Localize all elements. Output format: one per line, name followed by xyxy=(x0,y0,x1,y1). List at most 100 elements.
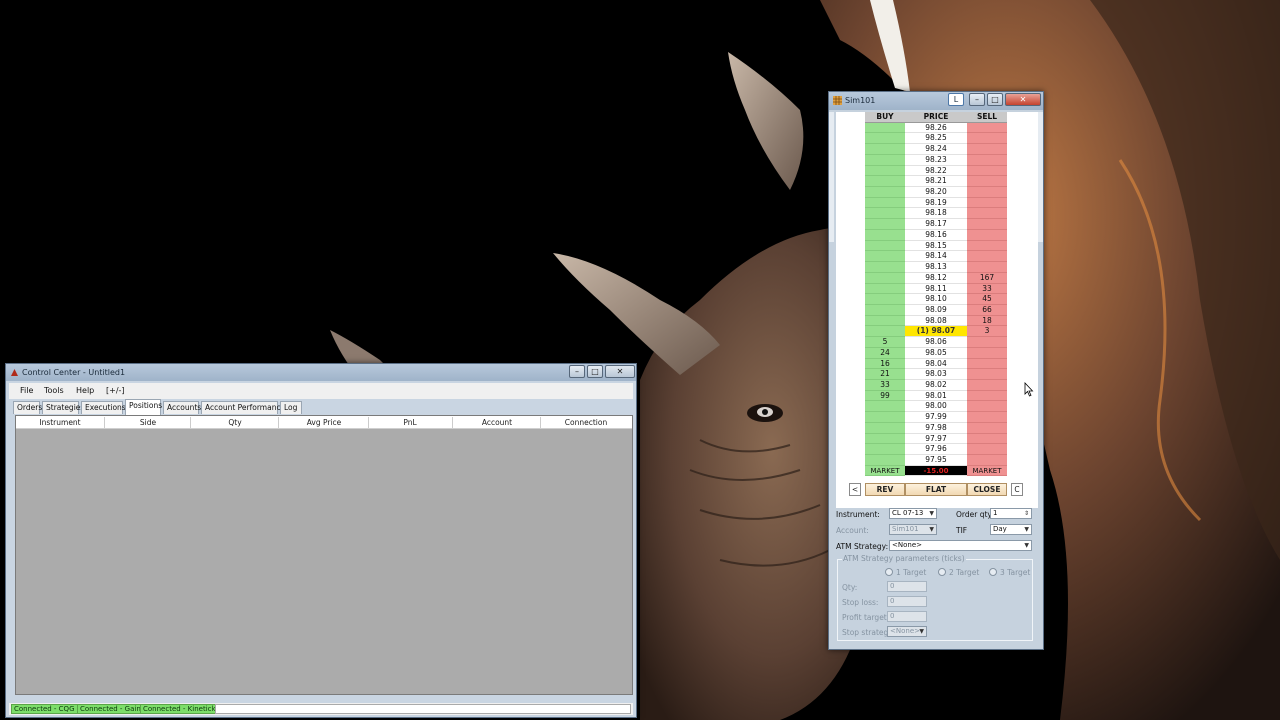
buy-cell[interactable] xyxy=(865,122,905,134)
sell-cell[interactable] xyxy=(967,412,1007,423)
superdom-titlebar[interactable]: Sim101 L – □ ✕ xyxy=(829,92,1043,110)
instrument-select[interactable]: CL 07-13 ▼ xyxy=(889,508,937,519)
buy-cell[interactable] xyxy=(865,176,905,188)
buy-cell[interactable] xyxy=(865,197,905,209)
buy-cell[interactable] xyxy=(865,444,905,455)
minimize-button[interactable]: – xyxy=(969,93,985,106)
order-qty-stepper[interactable]: 1 ⇕ xyxy=(990,508,1032,519)
maximize-button[interactable]: □ xyxy=(587,365,603,378)
menu-toggle[interactable]: [+/-] xyxy=(106,386,125,395)
flatten-button[interactable]: FLAT xyxy=(905,483,967,496)
buy-cell[interactable]: 16 xyxy=(865,358,905,370)
close-button[interactable]: ✕ xyxy=(605,365,635,378)
control-center-titlebar[interactable]: Control Center - Untitled1 – □ ✕ xyxy=(6,364,636,381)
sell-cell[interactable] xyxy=(967,390,1007,402)
sell-cell[interactable] xyxy=(967,444,1007,455)
sell-cell[interactable]: 167 xyxy=(967,272,1007,284)
tab-account-performance[interactable]: Account Performance xyxy=(201,401,285,414)
menu-file[interactable]: File xyxy=(20,386,33,395)
sell-cell[interactable] xyxy=(967,379,1007,391)
buy-cell[interactable] xyxy=(865,219,905,230)
buy-cell[interactable] xyxy=(865,455,905,466)
target-3-radio[interactable] xyxy=(989,568,997,576)
buy-cell[interactable] xyxy=(865,133,905,145)
profit-target-stepper[interactable]: 0 xyxy=(887,611,927,622)
tab-accounts[interactable]: Accounts xyxy=(163,401,201,414)
sell-cell[interactable] xyxy=(967,133,1007,145)
tif-select[interactable]: Day ▼ xyxy=(990,524,1032,535)
sell-cell[interactable] xyxy=(967,229,1007,241)
center-button[interactable]: C xyxy=(1011,483,1023,496)
target-1-radio[interactable] xyxy=(885,568,893,576)
sell-cell[interactable] xyxy=(967,187,1007,198)
minimize-button[interactable]: – xyxy=(569,365,585,378)
tab-strategies[interactable]: Strategies xyxy=(42,401,84,414)
sell-cell[interactable] xyxy=(967,433,1007,445)
buy-cell[interactable] xyxy=(865,262,905,273)
tab-log[interactable]: Log xyxy=(280,401,302,414)
sell-cell[interactable]: 3 xyxy=(967,326,1007,338)
sell-cell[interactable]: 45 xyxy=(967,294,1007,305)
sell-cell[interactable] xyxy=(967,122,1007,134)
sell-cell[interactable] xyxy=(967,176,1007,188)
tab-orders[interactable]: Orders xyxy=(13,401,42,414)
buy-cell[interactable]: 99 xyxy=(865,390,905,402)
sell-cell[interactable] xyxy=(967,337,1007,348)
sell-cell[interactable] xyxy=(967,455,1007,466)
column-account[interactable]: Account xyxy=(454,418,540,427)
menu-tools[interactable]: Tools xyxy=(44,386,64,395)
column-avg-price[interactable]: Avg Price xyxy=(280,418,368,427)
stop-loss-stepper[interactable]: 0 xyxy=(887,596,927,607)
buy-cell[interactable] xyxy=(865,315,905,327)
right-scrollbar[interactable] xyxy=(1038,112,1043,242)
buy-cell[interactable] xyxy=(865,229,905,241)
buy-cell[interactable] xyxy=(865,326,905,338)
buy-cell[interactable] xyxy=(865,165,905,177)
sell-cell[interactable] xyxy=(967,369,1007,380)
sell-cell[interactable]: 66 xyxy=(967,304,1007,316)
buy-cell[interactable] xyxy=(865,272,905,284)
link-button[interactable]: L xyxy=(948,93,964,106)
close-button[interactable]: ✕ xyxy=(1005,93,1041,106)
sell-cell[interactable]: 18 xyxy=(967,315,1007,327)
sell-market-button[interactable]: MARKET xyxy=(967,465,1007,477)
buy-cell[interactable] xyxy=(865,422,905,434)
buy-cell[interactable] xyxy=(865,401,905,413)
sell-cell[interactable] xyxy=(967,144,1007,155)
sell-cell[interactable] xyxy=(967,358,1007,370)
close-position-button[interactable]: CLOSE xyxy=(967,483,1007,496)
sell-cell[interactable] xyxy=(967,208,1007,220)
buy-cell[interactable] xyxy=(865,144,905,155)
sell-cell[interactable] xyxy=(967,240,1007,252)
scroll-left-button[interactable]: < xyxy=(849,483,861,496)
sell-cell[interactable] xyxy=(967,347,1007,359)
buy-cell[interactable]: 24 xyxy=(865,347,905,359)
buy-cell[interactable] xyxy=(865,433,905,445)
sell-cell[interactable] xyxy=(967,219,1007,230)
buy-cell[interactable] xyxy=(865,294,905,305)
sell-cell[interactable] xyxy=(967,422,1007,434)
buy-cell[interactable] xyxy=(865,187,905,198)
tab-executions[interactable]: Executions xyxy=(81,401,126,414)
column-connection[interactable]: Connection xyxy=(542,418,630,427)
positions-grid[interactable]: Instrument Side Qty Avg Price PnL Accoun… xyxy=(15,415,633,695)
buy-cell[interactable]: 33 xyxy=(865,379,905,391)
buy-cell[interactable] xyxy=(865,208,905,220)
column-side[interactable]: Side xyxy=(106,418,190,427)
buy-market-button[interactable]: MARKET xyxy=(865,465,905,477)
column-pnl[interactable]: PnL xyxy=(370,418,450,427)
buy-cell[interactable] xyxy=(865,251,905,263)
buy-cell[interactable] xyxy=(865,412,905,423)
atm-strategy-select[interactable]: <None> ▼ xyxy=(889,540,1032,551)
column-qty[interactable]: Qty xyxy=(192,418,278,427)
buy-cell[interactable] xyxy=(865,283,905,295)
buy-cell[interactable] xyxy=(865,240,905,252)
tab-positions[interactable]: Positions xyxy=(125,399,162,415)
sell-cell[interactable] xyxy=(967,154,1007,166)
reverse-button[interactable]: REV xyxy=(865,483,905,496)
maximize-button[interactable]: □ xyxy=(987,93,1003,106)
sell-cell[interactable] xyxy=(967,197,1007,209)
buy-cell[interactable] xyxy=(865,304,905,316)
buy-cell[interactable] xyxy=(865,154,905,166)
column-instrument[interactable]: Instrument xyxy=(20,418,100,427)
